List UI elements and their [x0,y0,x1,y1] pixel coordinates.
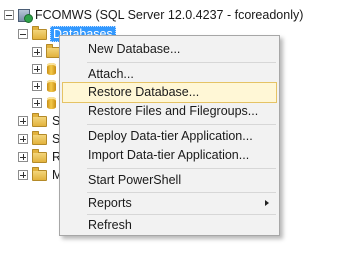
expand-icon[interactable] [18,116,28,126]
expand-icon[interactable] [32,47,42,57]
server-label: FCOMWS (SQL Server 12.0.4237 - fcoreadon… [35,8,304,22]
context-menu: New Database... Attach... Restore Databa… [59,35,280,236]
menu-item-refresh[interactable]: Refresh [62,215,277,236]
menu-separator [87,62,276,63]
server-node[interactable]: FCOMWS (SQL Server 12.0.4237 - fcoreadon… [4,6,303,24]
menu-item-new-database[interactable]: New Database... [62,39,277,60]
database-node[interactable] [32,60,56,78]
submenu-arrow-icon [265,200,269,206]
database-node[interactable] [32,77,56,95]
menu-separator [87,124,276,125]
collapse-icon[interactable] [18,29,28,39]
folder-icon [32,25,47,40]
menu-item-start-powershell[interactable]: Start PowerShell [62,170,277,191]
folder-icon [32,130,47,145]
collapse-icon[interactable] [4,10,14,20]
menu-item-deploy-data-tier[interactable]: Deploy Data-tier Application... [62,126,277,147]
menu-item-restore-files-filegroups[interactable]: Restore Files and Filegroups... [62,101,277,122]
expand-icon[interactable] [18,152,28,162]
database-node[interactable] [32,94,56,112]
menu-item-reports-label: Reports [88,196,132,210]
folder-icon [32,166,47,181]
database-icon [47,63,56,75]
server-icon [18,8,33,23]
folder-icon [32,112,47,127]
menu-separator [87,168,276,169]
database-node[interactable] [32,43,61,61]
menu-item-restore-database[interactable]: Restore Database... [62,82,277,103]
expand-icon[interactable] [32,98,42,108]
database-icon [47,80,56,92]
expand-icon[interactable] [18,170,28,180]
expand-icon[interactable] [32,81,42,91]
expand-icon[interactable] [18,134,28,144]
menu-item-import-data-tier[interactable]: Import Data-tier Application... [62,145,277,166]
folder-icon [32,148,47,163]
expand-icon[interactable] [32,64,42,74]
database-icon [47,97,56,109]
menu-item-reports[interactable]: Reports [62,193,277,214]
